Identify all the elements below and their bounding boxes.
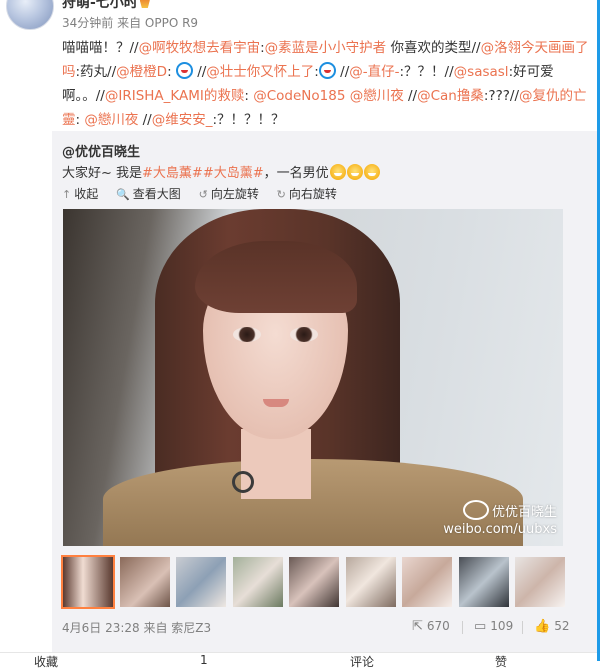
- collapse-arrow-icon: ↑: [62, 188, 72, 201]
- photo-eye-right: [290, 327, 318, 342]
- repost-text-fragment: //: [192, 64, 207, 80]
- mention-link[interactable]: @素蓝是小小守护者: [265, 40, 387, 56]
- topic-tag-2[interactable]: #大岛薰#: [203, 166, 264, 181]
- view-large-label: 查看大图: [132, 187, 181, 201]
- repost-bar-button[interactable]: 1: [200, 653, 208, 667]
- original-text: 大家好~ 我是#大島薫##大岛薰#，一名男优: [62, 162, 380, 181]
- thumbnail[interactable]: [232, 557, 283, 607]
- grin-emoji-icon: [346, 164, 363, 180]
- repost-button[interactable]: ⇱ 670: [412, 619, 450, 634]
- original-text-suffix: ，一名男优: [263, 166, 329, 181]
- thumbnail[interactable]: [345, 557, 396, 607]
- mention-link[interactable]: @-直仔-: [349, 64, 399, 80]
- comment-count: 109: [490, 619, 514, 633]
- footer-divider: [462, 621, 463, 634]
- repost-text-fragment: :???//: [483, 88, 520, 104]
- username[interactable]: 狩萌-七小时: [62, 0, 150, 12]
- photo-watermark: 优优百晓生 weibo.com/uubxs: [443, 500, 557, 538]
- comment-button[interactable]: ▭ 109: [474, 619, 513, 634]
- doraemon-emoji-icon: [318, 62, 336, 79]
- repost-text-fragment: :？！？！？: [212, 112, 285, 128]
- footer-divider: [522, 621, 523, 634]
- thumbnail[interactable]: [176, 557, 226, 607]
- watermark-url: weibo.com/uubxs: [443, 522, 557, 537]
- photo-pendant-shape: [232, 471, 254, 493]
- photo-bangs-shape: [195, 241, 357, 313]
- repost-text-fragment: :: [167, 64, 176, 80]
- grin-emoji-icon: [329, 164, 346, 180]
- collapse-button[interactable]: ↑ 收起: [62, 185, 98, 202]
- collapse-label: 收起: [74, 187, 99, 201]
- mention-link[interactable]: @啊牧牧想去看宇宙: [139, 40, 261, 56]
- thumbs-up-icon: 👍: [534, 619, 551, 634]
- mention-link[interactable]: @戀川夜: [350, 88, 404, 104]
- watermark-name: 优优百晓生: [491, 505, 557, 520]
- rotate-left-label: 向左旋转: [210, 187, 259, 201]
- repost-text-fragment: :药丸//: [75, 64, 117, 80]
- original-author-link[interactable]: @优优百晓生: [62, 141, 140, 160]
- thumbnail[interactable]: [402, 557, 452, 607]
- comment-icon: ▭: [474, 619, 487, 634]
- rotate-left-icon: ↺: [198, 188, 208, 201]
- mention-link[interactable]: @IRISHA_KAMI的救赎: [105, 88, 245, 104]
- repost-text-fragment: :？？！//: [399, 64, 454, 80]
- repost-text: 喵喵喵！？//@啊牧牧想去看宇宙:@素蓝是小小守护者 你喜欢的类型//@洛翎今天…: [62, 36, 590, 132]
- original-footer: 4月6日 23:28 来自 索尼Z3 ⇱ 670 ▭ 109 👍 52: [62, 619, 589, 639]
- vip-badge-icon: [139, 0, 150, 8]
- action-bar: 收藏 1 评论 赞: [0, 652, 597, 669]
- mention-link[interactable]: @CodeNo185: [253, 88, 345, 104]
- repost-icon: ⇱: [412, 619, 423, 634]
- photo-lips-shape: [263, 399, 289, 407]
- mention-link[interactable]: @橙橙D: [116, 64, 167, 80]
- mention-link[interactable]: @sasasl: [454, 64, 509, 80]
- grin-emoji-icon: [363, 164, 380, 180]
- rotate-right-button[interactable]: ↻ 向右旋转: [277, 185, 337, 202]
- photo-eye-left: [233, 327, 261, 342]
- mention-link[interactable]: @维安安_: [152, 112, 213, 128]
- original-text-prefix: 大家好~ 我是: [62, 166, 143, 181]
- collect-button[interactable]: 收藏: [34, 653, 58, 670]
- main-photo[interactable]: 优优百晓生 weibo.com/uubxs: [63, 209, 563, 546]
- magnify-icon: 🔍: [116, 188, 130, 201]
- post-meta: 34分钟前 来自 OPPO R9: [62, 16, 199, 30]
- mention-link[interactable]: @Can撸桑: [417, 88, 484, 104]
- image-toolbar: ↑ 收起 🔍 查看大图 ↺ 向左旋转 ↻ 向右旋转: [62, 185, 351, 202]
- weibo-logo-icon: [462, 500, 489, 520]
- repost-count: 670: [426, 619, 450, 633]
- avatar[interactable]: [6, 0, 54, 30]
- thumbnail[interactable]: [515, 557, 565, 607]
- rotate-right-label: 向右旋转: [288, 187, 337, 201]
- topic-tag-1[interactable]: #大島薫#: [142, 166, 203, 181]
- mention-link[interactable]: @壮士你又怀上了: [206, 64, 314, 80]
- repost-text-fragment: 你喜欢的类型//: [386, 40, 481, 56]
- thumbnail[interactable]: [289, 557, 339, 607]
- original-post: @优优百晓生 大家好~ 我是#大島薫##大岛薰#，一名男优 ↑ 收起 🔍 查看大图 …: [52, 131, 597, 661]
- thumbnail[interactable]: [458, 557, 509, 607]
- repost-text-fragment: //: [138, 112, 152, 128]
- thumbnail[interactable]: [119, 557, 170, 607]
- repost-text-fragment: //: [403, 88, 418, 104]
- view-large-button[interactable]: 🔍 查看大图: [116, 185, 181, 202]
- mention-link[interactable]: @戀川夜: [84, 112, 138, 128]
- thumbnail[interactable]: [61, 555, 115, 609]
- comment-bar-button[interactable]: 评论: [350, 653, 374, 670]
- original-date[interactable]: 4月6日 23:28 来自 索尼Z3: [62, 619, 211, 636]
- like-button[interactable]: 👍 52: [534, 619, 569, 634]
- rotate-right-icon: ↻: [276, 188, 286, 201]
- rotate-left-button[interactable]: ↺ 向左旋转: [199, 185, 259, 202]
- like-bar-button[interactable]: 赞: [495, 653, 507, 670]
- username-text[interactable]: 狩萌-七小时: [62, 0, 138, 11]
- like-count: 52: [554, 619, 570, 633]
- repost-text-fragment: 喵喵喵！？//: [62, 40, 139, 56]
- repost-text-fragment: //: [335, 64, 350, 80]
- repost-text-fragment: :: [244, 88, 254, 104]
- doraemon-emoji-icon: [175, 62, 193, 79]
